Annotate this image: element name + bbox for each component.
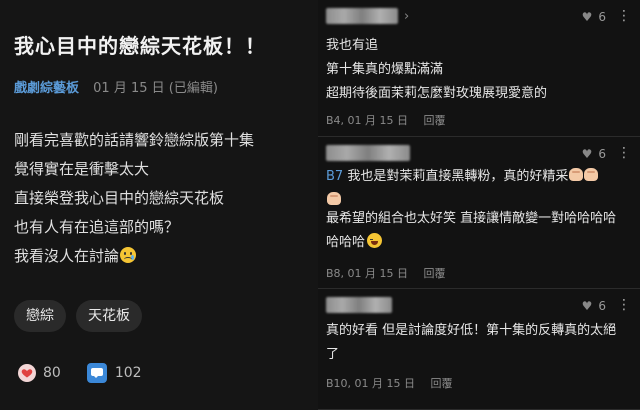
more-options-icon[interactable]: ⋮ [617, 145, 631, 161]
post-body-text: 我看沒人在討論 [14, 247, 120, 265]
sad-tear-emoji-icon [120, 247, 137, 263]
laughing-face-icon [367, 233, 383, 248]
reply-button[interactable]: 回覆 [424, 267, 446, 280]
heart-reaction-icon[interactable] [18, 364, 36, 382]
floor-and-date: B10, 01 月 15 日 [326, 377, 416, 390]
clapping-hands-icon [327, 192, 341, 205]
comment-footer: B4, 01 月 15 日 回覆 [326, 112, 446, 128]
comment-like[interactable]: ♥ 6 [582, 147, 606, 161]
comment-line: 了 [326, 347, 340, 362]
post-body-line: 直接榮登我心目中的戀綜天花板 [14, 189, 225, 207]
comment-author[interactable] [326, 145, 410, 161]
floor-and-date: B8, 01 月 15 日 [326, 267, 409, 280]
post-body-line: 剛看完喜歡的話請響鈴戀綜版第十集 [14, 131, 255, 149]
screen: 我心目中的戀綜天花板！！ 戲劇綜藝板 01 月 15 日 (已編輯) 剛看完喜歡… [0, 0, 640, 410]
comment-line: 我也有追 [326, 38, 379, 53]
post-reactions: 80 102 [18, 363, 142, 383]
chevron-right-icon: › [404, 8, 410, 24]
clapping-hands-icon [569, 168, 584, 181]
comment-line: 最希望的組合也太好笑 直接讓情敵變一對哈哈哈哈 [326, 211, 617, 226]
post-body: 剛看完喜歡的話請響鈴戀綜版第十集 覺得實在是衝擊太大 直接榮登我心目中的戀綜天花… [14, 126, 254, 271]
blurred-username [326, 297, 392, 313]
comment-like-count: 6 [598, 10, 606, 24]
post-body-line: 也有人有在追這部的嗎？ [14, 218, 180, 236]
post-panel: 我心目中的戀綜天花板！！ 戲劇綜藝板 01 月 15 日 (已編輯) 剛看完喜歡… [0, 0, 318, 410]
comment-line-text: 哈哈哈 [326, 235, 366, 250]
comment-count: 102 [114, 365, 142, 381]
comment-text: 真的好看 但是討論度好低！第十集的反轉真的太絕 了 [326, 319, 616, 367]
post-meta: 戲劇綜藝板 01 月 15 日 (已編輯) [14, 77, 218, 96]
comment-author[interactable]: › [326, 8, 409, 24]
blurred-username [326, 145, 410, 161]
comment-footer: B8, 01 月 15 日 回覆 [326, 265, 446, 281]
more-options-icon[interactable]: ⋮ [617, 8, 631, 24]
comment-line-text: 我也是對茉莉直接黑轉粉，真的好精采 [347, 169, 569, 184]
comment-like[interactable]: ♥ 6 [582, 10, 606, 24]
tag-chip[interactable]: 戀綜 [14, 300, 66, 332]
clapping-hands-icon [584, 168, 599, 181]
comment-item: ♥ 6 ⋮ B7 我也是對茉莉直接黑轉粉，真的好精采 最希望的組合也太好笑 直接… [318, 137, 640, 289]
tag-list: 戀綜 天花板 [14, 300, 142, 332]
post-body-line: 覺得實在是衝擊太大 [14, 160, 150, 178]
comment-text: B7 我也是對茉莉直接黑轉粉，真的好精采 最希望的組合也太好笑 直接讓情敵變一對… [326, 165, 616, 255]
reply-button[interactable]: 回覆 [424, 114, 446, 127]
comment-line: 真的好看 但是討論度好低！第十集的反轉真的太絕 [326, 323, 617, 338]
comment-item: › ♥ 6 ⋮ 我也有追 第十集真的爆點滿滿 超期待後面茉莉怎麼對玫瑰展現愛意的… [318, 0, 640, 137]
post-date: 01 月 15 日 (已編輯) [93, 81, 218, 96]
comments-panel: › ♥ 6 ⋮ 我也有追 第十集真的爆點滿滿 超期待後面茉莉怎麼對玫瑰展現愛意的… [318, 0, 640, 410]
comment-like-count: 6 [598, 299, 606, 313]
like-count: 80 [43, 365, 61, 381]
post-body-line-last: 我看沒人在討論 [14, 242, 254, 271]
reply-button[interactable]: 回覆 [431, 377, 453, 390]
comment-footer: B10, 01 月 15 日 回覆 [326, 375, 453, 391]
comment-line: 超期待後面茉莉怎麼對玫瑰展現愛意的 [326, 86, 548, 101]
board-link[interactable]: 戲劇綜藝板 [14, 81, 79, 96]
post-title: 我心目中的戀綜天花板！！ [14, 34, 266, 58]
heart-icon: ♥ [581, 147, 593, 161]
more-options-icon[interactable]: ⋮ [617, 297, 631, 313]
comment-item: ♥ 6 ⋮ 真的好看 但是討論度好低！第十集的反轉真的太絕 了 B10, 01 … [318, 289, 640, 410]
blurred-username [326, 8, 398, 24]
heart-icon: ♥ [581, 10, 593, 24]
comment-like[interactable]: ♥ 6 [582, 299, 606, 313]
floor-and-date: B4, 01 月 15 日 [326, 114, 409, 127]
tag-chip[interactable]: 天花板 [76, 300, 142, 332]
comment-line-emoji [326, 189, 616, 207]
comment-bubble-icon[interactable] [86, 363, 107, 383]
comment-text: 我也有追 第十集真的爆點滿滿 超期待後面茉莉怎麼對玫瑰展現愛意的 [326, 34, 547, 106]
comment-line: B7 我也是對茉莉直接黑轉粉，真的好精采 [326, 165, 616, 189]
heart-icon: ♥ [581, 299, 593, 313]
comment-like-count: 6 [598, 147, 606, 161]
comment-line: 哈哈哈 [326, 231, 616, 255]
reply-floor-tag[interactable]: B7 [326, 169, 343, 184]
comment-author[interactable] [326, 297, 392, 313]
comment-line: 第十集真的爆點滿滿 [326, 62, 444, 77]
